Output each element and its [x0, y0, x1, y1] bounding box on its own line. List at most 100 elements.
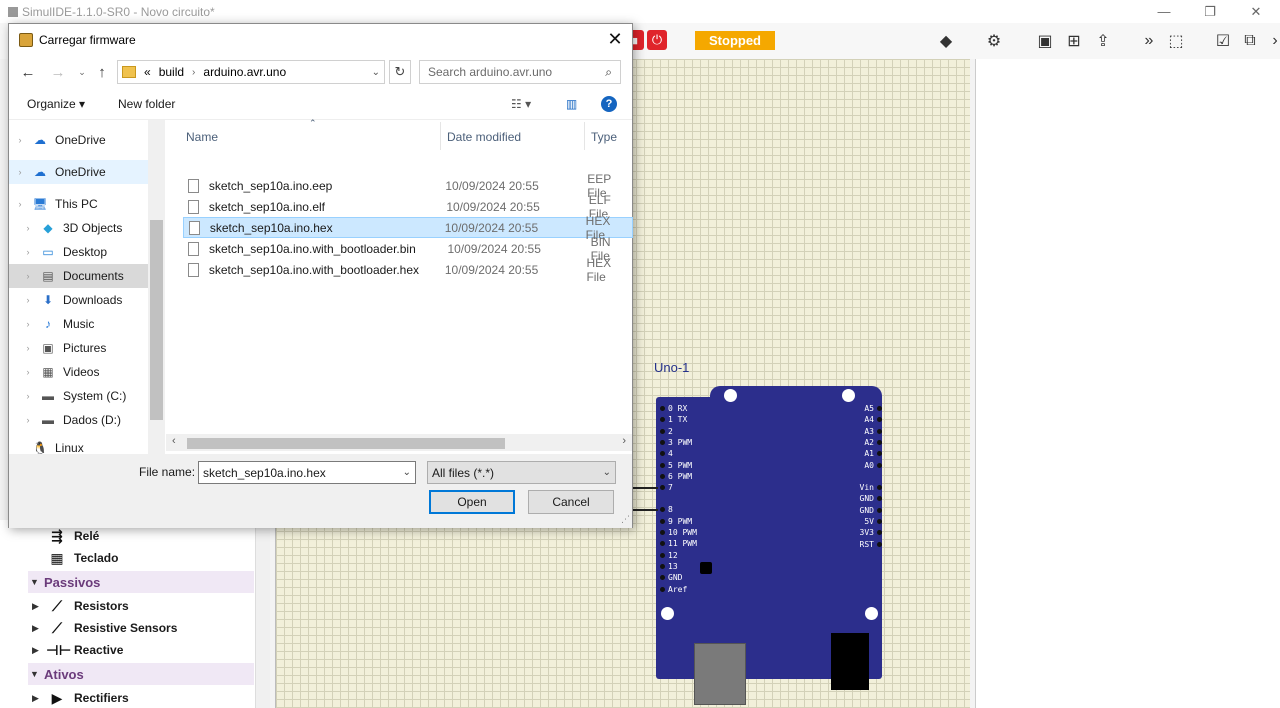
nav-item[interactable]: › ▤ Documents [9, 264, 148, 288]
maximize-button[interactable]: ❐ [1187, 0, 1233, 23]
nav-item[interactable]: › ▦ Videos [9, 360, 148, 384]
column-header-type[interactable]: Type [591, 130, 617, 144]
nav-item[interactable]: › ▣ Pictures [9, 336, 148, 360]
board-pin[interactable]: 3 PWM [660, 437, 692, 448]
collapse-arrow-icon[interactable]: ▼ [30, 577, 44, 587]
nav-scrollbar-thumb[interactable] [150, 220, 163, 420]
file-row[interactable]: sketch_sep10a.ino.with_bootloader.hex 10/… [183, 256, 633, 284]
address-dropdown-icon[interactable]: ⌄ [372, 67, 380, 78]
board-pin[interactable]: 9 PWM [660, 516, 692, 527]
expand-chevron-icon[interactable]: › [17, 223, 39, 233]
board-pin[interactable]: GND [860, 505, 882, 516]
nav-item[interactable]: › ☁ OneDrive [9, 128, 148, 152]
board-pin[interactable]: 3V3 [860, 527, 882, 538]
forward-arrow-icon[interactable]: → [49, 63, 67, 81]
board-pin[interactable]: 0 RX [660, 403, 687, 414]
board-pin[interactable]: Vin [860, 482, 882, 493]
expand-chevron-icon[interactable]: › [9, 135, 31, 145]
nav-item[interactable]: › ▭ Desktop [9, 240, 148, 264]
search-input[interactable]: Search arduino.avr.uno ⌕ [419, 60, 621, 84]
view-options-icon[interactable]: ☷ ▾ [511, 97, 531, 111]
component-item[interactable]: ▦ Teclado [28, 547, 254, 569]
component-icon[interactable]: ⧉ [1239, 31, 1261, 51]
check-icon[interactable]: ☑ [1212, 31, 1234, 51]
expand-arrow-icon[interactable]: ▶ [32, 623, 46, 634]
save-as-icon[interactable]: ▣ [1034, 31, 1056, 51]
file-row[interactable]: sketch_sep10a.ino.hex 10/09/2024 20:55 HEX… [183, 214, 633, 242]
up-arrow-icon[interactable]: ↑ [93, 63, 111, 81]
board-pin[interactable]: A5 [864, 403, 882, 414]
component-list-scrollbar[interactable] [255, 520, 270, 708]
power-button[interactable]: ⏻ [647, 30, 667, 50]
board-pin[interactable]: GND [860, 493, 882, 504]
column-divider[interactable] [584, 122, 585, 150]
column-header-name[interactable]: Name [186, 130, 218, 144]
help-icon[interactable]: ? [601, 96, 617, 112]
board-pin[interactable]: 1 TX [660, 414, 687, 425]
hscrollbar-thumb[interactable] [187, 438, 505, 449]
window-close-button[interactable]: ✕ [1233, 0, 1279, 23]
column-header-date[interactable]: Date modified [447, 130, 521, 144]
file-type-filter[interactable]: All files (*.*) ⌄ [427, 461, 616, 484]
cancel-button[interactable]: Cancel [528, 490, 614, 514]
new-folder-button[interactable]: New folder [118, 97, 175, 111]
component-item[interactable]: ▶ ⟋ Resistive Sensors [28, 617, 254, 639]
expand-chevron-icon[interactable]: › [17, 367, 39, 377]
organize-button[interactable]: Organize ▾ [27, 97, 85, 111]
component-item[interactable]: ▶ ⟋ Resistors [28, 595, 254, 617]
board-pin[interactable]: A4 [864, 414, 882, 425]
back-arrow-icon[interactable]: ← [19, 63, 37, 81]
expand-chevron-icon[interactable]: › [17, 247, 39, 257]
board-pin[interactable]: 10 PWM [660, 527, 697, 538]
expand-chevron-icon[interactable]: › [17, 391, 39, 401]
chevron-down-icon[interactable]: ⌄ [403, 467, 411, 478]
board-pin[interactable]: A1 [864, 448, 882, 459]
minimize-button[interactable]: — [1141, 0, 1187, 23]
more-chevron-icon[interactable]: » [1138, 31, 1160, 51]
board-pin[interactable]: 5V [864, 516, 882, 527]
expand-chevron-icon[interactable]: › [9, 167, 31, 177]
new-circuit-icon[interactable]: ⊞ [1063, 31, 1085, 51]
board-pin[interactable]: 6 PWM [660, 471, 692, 482]
board-pin[interactable]: 12 [660, 550, 678, 561]
nav-item[interactable]: › ◆ 3D Objects [9, 216, 148, 240]
board-pin[interactable]: RST [860, 539, 882, 550]
nav-item[interactable]: › ♪ Music [9, 312, 148, 336]
open-circuit-icon[interactable]: ⇪ [1092, 31, 1114, 51]
board-pin[interactable]: 4 [660, 448, 673, 459]
resize-grip-icon[interactable]: ⋰ [621, 514, 630, 525]
wire[interactable] [632, 487, 658, 489]
component-item[interactable]: ▶ ▶ Rectifiers [28, 687, 254, 708]
expand-chevron-icon[interactable]: › [17, 295, 39, 305]
board-pin[interactable]: Aref [660, 584, 687, 595]
expand-arrow-icon[interactable]: ▶ [32, 601, 46, 612]
refresh-button[interactable]: ↻ [389, 60, 411, 84]
nav-item[interactable]: › ▬ Dados (D:) [9, 408, 148, 432]
address-bar[interactable]: « build › arduino.avr.uno ⌄ [117, 60, 385, 84]
dialog-close-button[interactable]: ✕ [602, 27, 628, 51]
expand-chevron-icon[interactable]: › [17, 343, 39, 353]
board-pin[interactable]: GND [660, 572, 682, 583]
board-pin[interactable]: A0 [864, 460, 882, 471]
scroll-left-icon[interactable]: ‹ [172, 435, 176, 447]
nav-item[interactable]: › 🖥 This PC [9, 192, 148, 216]
expand-chevron-icon[interactable]: › [17, 271, 39, 281]
recent-chevron-icon[interactable]: ⌄ [73, 63, 91, 81]
nav-item[interactable]: › ▬ System (C:) [9, 384, 148, 408]
file-row[interactable]: sketch_sep10a.ino.elf 10/09/2024 20:55 ELF… [183, 193, 633, 221]
component-item[interactable]: ▶ ⊣⊢ Reactive [28, 639, 254, 661]
board-pin[interactable]: A3 [864, 426, 882, 437]
info-diamond-icon[interactable]: ◆ [935, 31, 957, 51]
zoom-fit-icon[interactable]: ⬚ [1165, 31, 1187, 51]
expand-chevron-icon[interactable]: › [17, 319, 39, 329]
board-pin[interactable]: 8 [660, 504, 673, 515]
breadcrumb-arduino[interactable]: arduino.avr.uno [203, 65, 286, 79]
board-pin[interactable]: 11 PWM [660, 538, 697, 549]
file-row[interactable]: sketch_sep10a.ino.eep 10/09/2024 20:55 EEP… [183, 172, 633, 200]
board-pin[interactable]: 5 PWM [660, 460, 692, 471]
expand-chevron-icon[interactable]: › [9, 199, 31, 209]
board-pin[interactable]: 2 [660, 426, 673, 437]
collapse-arrow-icon[interactable]: ▼ [30, 669, 44, 679]
gear-icon[interactable]: ⚙ [983, 31, 1005, 51]
file-row[interactable]: sketch_sep10a.ino.with_bootloader.bin 10/… [183, 235, 633, 263]
